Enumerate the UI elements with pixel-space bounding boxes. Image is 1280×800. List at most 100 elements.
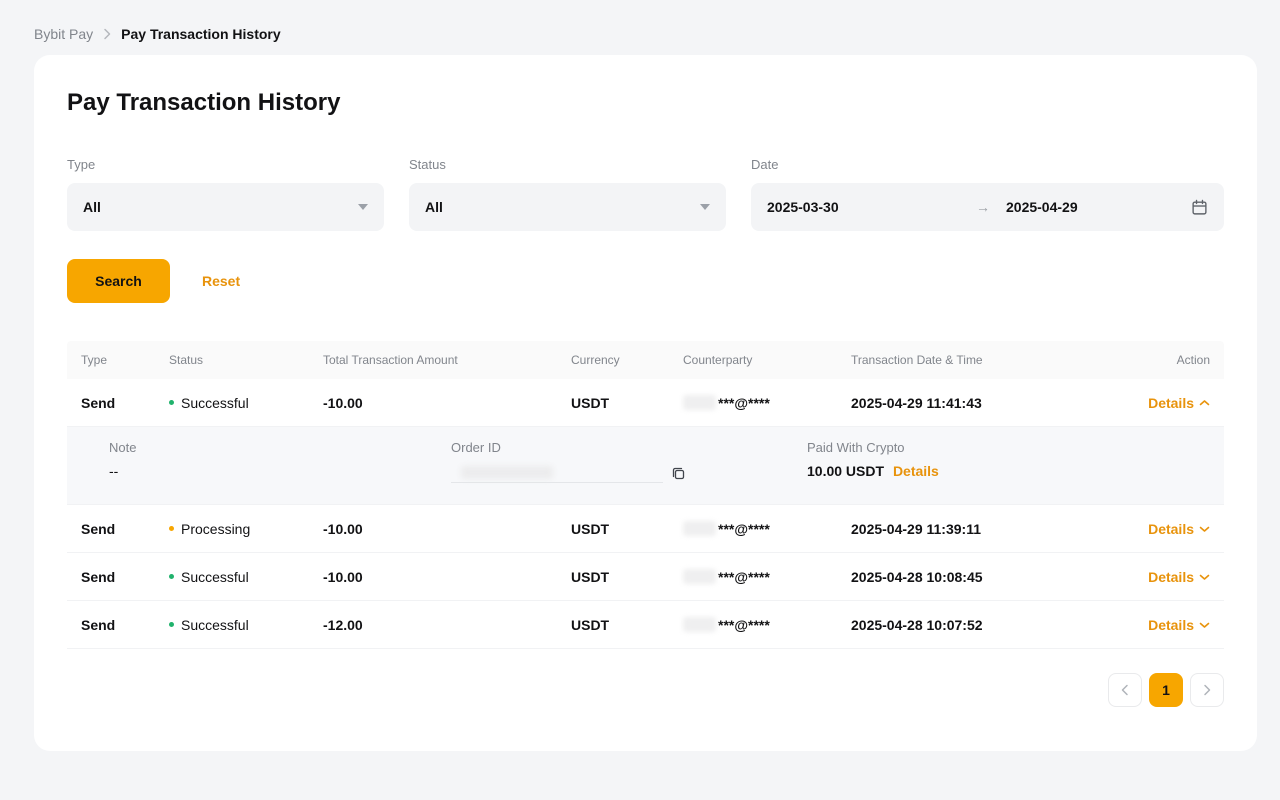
counterparty-text: ***@****	[718, 395, 770, 411]
header-type: Type	[81, 353, 169, 367]
cell-counterparty: ***@****	[683, 569, 851, 585]
cell-type: Send	[81, 521, 169, 537]
table-row: Send Successful -10.00 USDT ***@**** 202…	[67, 379, 1224, 427]
cell-currency: USDT	[571, 521, 683, 537]
filter-bar: Type All Status All Date 2025-03-30 → 20…	[67, 157, 1224, 231]
cell-amount: -10.00	[323, 521, 571, 537]
header-amount: Total Transaction Amount	[323, 353, 571, 367]
breadcrumb-current: Pay Transaction History	[121, 26, 281, 42]
date-filter: Date 2025-03-30 → 2025-04-29	[751, 157, 1224, 231]
chevron-up-icon	[1199, 399, 1210, 407]
type-select[interactable]: All	[67, 183, 384, 231]
table-header-row: Type Status Total Transaction Amount Cur…	[67, 341, 1224, 379]
cell-amount: -12.00	[323, 617, 571, 633]
status-text: Successful	[181, 617, 249, 633]
status-text: Successful	[181, 569, 249, 585]
transaction-table: Type Status Total Transaction Amount Cur…	[67, 341, 1224, 649]
pagination: 1	[67, 673, 1224, 707]
cell-datetime: 2025-04-28 10:08:45	[851, 569, 1091, 585]
redacted-blur	[461, 466, 553, 479]
counterparty-text: ***@****	[718, 521, 770, 537]
page-title: Pay Transaction History	[67, 89, 1224, 117]
cell-amount: -10.00	[323, 395, 571, 411]
date-filter-label: Date	[751, 157, 1224, 173]
note-value: --	[109, 463, 451, 479]
chevron-down-icon	[1199, 573, 1210, 581]
chevron-down-icon	[358, 204, 368, 210]
header-action: Action	[1091, 353, 1210, 367]
status-dot-icon	[169, 526, 174, 531]
type-select-value: All	[83, 199, 101, 215]
date-range-arrow-icon: →	[976, 199, 990, 215]
details-label: Details	[1148, 521, 1194, 537]
status-text: Successful	[181, 395, 249, 411]
cell-type: Send	[81, 617, 169, 633]
cell-currency: USDT	[571, 569, 683, 585]
date-range-field[interactable]: 2025-03-30 → 2025-04-29	[751, 183, 1224, 231]
details-label: Details	[1148, 569, 1194, 585]
cell-status: Successful	[169, 569, 323, 585]
paid-with-crypto-value: 10.00 USDT	[807, 463, 884, 479]
redacted-blur	[683, 395, 716, 410]
date-end-value: 2025-04-29	[1006, 199, 1078, 215]
cell-counterparty: ***@****	[683, 395, 851, 411]
cell-status: Successful	[169, 395, 323, 411]
order-id-value-redacted	[451, 463, 663, 483]
cell-status: Processing	[169, 521, 323, 537]
paid-with-crypto-label: Paid With Crypto	[807, 440, 1210, 456]
breadcrumb: Bybit Pay Pay Transaction History	[0, 0, 1280, 55]
details-toggle[interactable]: Details	[1091, 395, 1210, 411]
table-row: Send Successful -10.00 USDT ***@**** 202…	[67, 553, 1224, 601]
copy-icon[interactable]	[671, 466, 686, 481]
table-row: Send Processing -10.00 USDT ***@**** 202…	[67, 505, 1224, 553]
details-toggle[interactable]: Details	[1091, 569, 1210, 585]
type-filter-label: Type	[67, 157, 384, 173]
detail-note: Note --	[109, 440, 451, 504]
cell-currency: USDT	[571, 617, 683, 633]
cell-datetime: 2025-04-29 11:39:11	[851, 521, 1091, 537]
status-select[interactable]: All	[409, 183, 726, 231]
chevron-right-icon	[103, 28, 111, 40]
details-toggle[interactable]: Details	[1091, 617, 1210, 633]
cell-currency: USDT	[571, 395, 683, 411]
cell-datetime: 2025-04-28 10:07:52	[851, 617, 1091, 633]
order-id-label: Order ID	[451, 440, 807, 456]
details-toggle[interactable]: Details	[1091, 521, 1210, 537]
chevron-down-icon	[1199, 621, 1210, 629]
detail-order-id: Order ID	[451, 440, 807, 504]
header-counterparty: Counterparty	[683, 353, 851, 367]
table-row: Send Successful -12.00 USDT ***@**** 202…	[67, 601, 1224, 649]
note-label: Note	[109, 440, 451, 456]
cell-counterparty: ***@****	[683, 521, 851, 537]
status-dot-icon	[169, 574, 174, 579]
search-button[interactable]: Search	[67, 259, 170, 303]
header-datetime: Transaction Date & Time	[851, 353, 1091, 367]
filter-actions: Search Reset	[67, 259, 1224, 303]
cell-status: Successful	[169, 617, 323, 633]
details-label: Details	[1148, 395, 1194, 411]
counterparty-text: ***@****	[718, 569, 770, 585]
paid-details-link[interactable]: Details	[893, 463, 939, 479]
redacted-blur	[683, 617, 716, 632]
type-filter: Type All	[67, 157, 384, 231]
reset-button[interactable]: Reset	[186, 273, 240, 289]
status-dot-icon	[169, 400, 174, 405]
date-start-value: 2025-03-30	[767, 199, 976, 215]
cell-counterparty: ***@****	[683, 617, 851, 633]
cell-type: Send	[81, 569, 169, 585]
breadcrumb-parent-link[interactable]: Bybit Pay	[34, 26, 93, 42]
counterparty-text: ***@****	[718, 617, 770, 633]
page-1-button[interactable]: 1	[1149, 673, 1183, 707]
status-text: Processing	[181, 521, 250, 537]
cell-type: Send	[81, 395, 169, 411]
calendar-icon	[1191, 199, 1208, 216]
details-label: Details	[1148, 617, 1194, 633]
status-select-value: All	[425, 199, 443, 215]
status-filter-label: Status	[409, 157, 726, 173]
content-card: Pay Transaction History Type All Status …	[34, 55, 1257, 751]
header-currency: Currency	[571, 353, 683, 367]
next-page-button[interactable]	[1190, 673, 1224, 707]
prev-page-button[interactable]	[1108, 673, 1142, 707]
redacted-blur	[683, 569, 716, 584]
row-detail-panel: Note -- Order ID Paid With Crypto 10.00 …	[67, 427, 1224, 505]
